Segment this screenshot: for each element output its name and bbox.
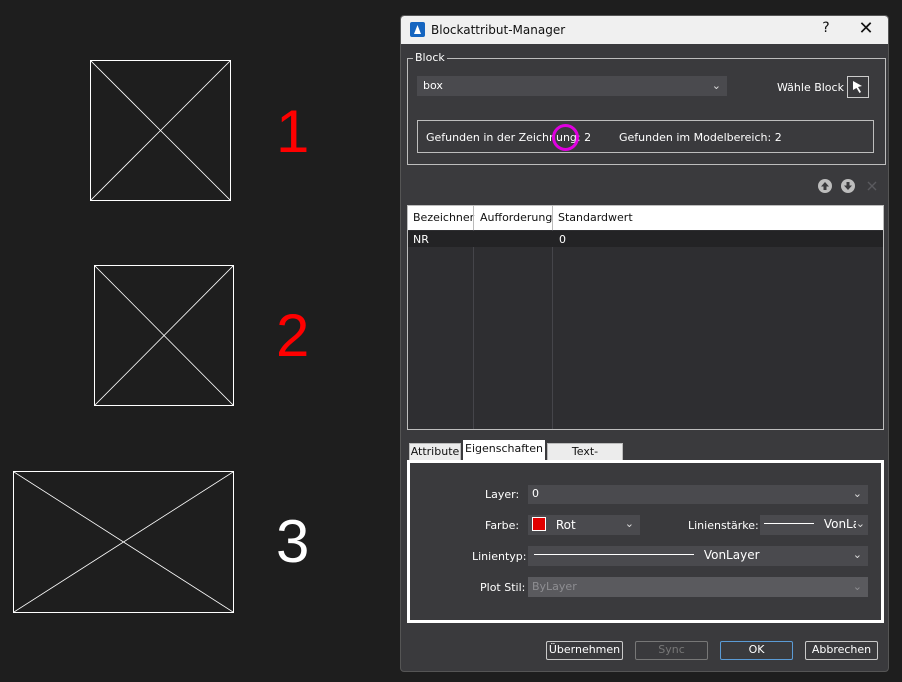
color-select-value: Rot bbox=[555, 518, 576, 532]
block-select-value: box bbox=[423, 79, 443, 92]
app-logo-icon bbox=[410, 22, 425, 37]
color-select[interactable]: Rot ⌄ bbox=[528, 515, 640, 535]
chevron-down-icon: ⌄ bbox=[852, 580, 862, 593]
lineweight-select-value: VonLa bbox=[823, 517, 861, 531]
help-button[interactable]: ? bbox=[818, 20, 834, 40]
select-block-button[interactable] bbox=[847, 76, 869, 98]
lineweight-line-sample bbox=[764, 523, 814, 524]
column-divider bbox=[473, 230, 474, 429]
tab-attribute-label: Attribute bbox=[410, 445, 460, 458]
drawing-label-1: 1 bbox=[276, 98, 310, 165]
layer-select-value: 0 bbox=[532, 487, 539, 500]
apply-button[interactable]: Übernehmen bbox=[546, 641, 623, 660]
tab-text-optionen[interactable]: Text-Optionen bbox=[547, 443, 623, 474]
arrow-up-icon bbox=[821, 182, 829, 190]
select-block-label: Wähle Block bbox=[777, 81, 844, 94]
linetype-select[interactable]: VonLayer ⌄ bbox=[528, 546, 868, 566]
chevron-down-icon: ⌄ bbox=[852, 548, 862, 561]
drawing-label-2: 2 bbox=[276, 302, 310, 369]
table-header: Bezeichner Aufforderung Standardwert bbox=[408, 206, 883, 230]
plotstyle-select: ByLayer ⌄ bbox=[528, 577, 868, 597]
drawing-label-3: 3 bbox=[276, 508, 310, 575]
close-button[interactable]: ✕ bbox=[857, 18, 875, 40]
plotstyle-select-value: ByLayer bbox=[532, 580, 577, 593]
found-in-model: Gefunden im Modelbereich: 2 bbox=[619, 131, 782, 144]
lineweight-select[interactable]: VonLa ⌄ bbox=[760, 515, 868, 535]
chevron-down-icon: ⌄ bbox=[624, 517, 634, 530]
column-divider bbox=[552, 230, 553, 429]
tab-eigenschaften-label: Eigenschaften bbox=[465, 442, 543, 455]
sync-button: Sync bbox=[635, 641, 708, 660]
lineweight-label: Linienstärke: bbox=[688, 519, 759, 532]
linetype-label: Linientyp: bbox=[472, 550, 527, 563]
arrow-down-icon bbox=[844, 182, 852, 190]
cell-tag: NR bbox=[413, 233, 429, 246]
attribute-table: Bezeichner Aufforderung Standardwert NR … bbox=[407, 205, 884, 430]
delete-x-icon bbox=[867, 181, 877, 191]
header-divider bbox=[552, 206, 553, 230]
tab-eigenschaften[interactable]: Eigenschaften bbox=[463, 440, 545, 461]
cell-default: 0 bbox=[559, 233, 566, 246]
color-swatch bbox=[532, 517, 546, 531]
tab-attribute[interactable]: Attribute bbox=[409, 443, 461, 461]
cancel-button[interactable]: Abbrechen bbox=[805, 641, 878, 660]
column-header-default[interactable]: Standardwert bbox=[558, 211, 633, 224]
title-bar: Blockattribut-Manager ? ✕ bbox=[401, 16, 888, 44]
chevron-down-icon: ⌄ bbox=[855, 517, 865, 530]
chevron-down-icon: ⌄ bbox=[711, 79, 721, 92]
linetype-line-sample bbox=[534, 554, 694, 555]
drawing-box-1 bbox=[90, 60, 231, 201]
layer-select[interactable]: 0 ⌄ bbox=[528, 485, 868, 504]
highlight-circle bbox=[552, 124, 579, 151]
color-label: Farbe: bbox=[485, 519, 520, 532]
properties-panel: Layer: 0 ⌄ Farbe: Rot ⌄ Linienstärke: Vo… bbox=[407, 460, 884, 623]
chevron-down-icon: ⌄ bbox=[852, 487, 862, 500]
block-attribute-manager-dialog: Blockattribut-Manager ? ✕ Block box ⌄ Wä… bbox=[400, 15, 889, 672]
column-header-tag[interactable]: Bezeichner bbox=[413, 211, 474, 224]
plotstyle-label: Plot Stil: bbox=[480, 581, 526, 594]
drawing-box-2 bbox=[94, 265, 234, 406]
linetype-select-value: VonLayer bbox=[703, 548, 760, 562]
layer-label: Layer: bbox=[485, 488, 520, 501]
header-divider bbox=[473, 206, 474, 230]
drawing-box-3 bbox=[13, 471, 234, 613]
dialog-title: Blockattribut-Manager bbox=[431, 23, 566, 37]
block-select[interactable]: box ⌄ bbox=[417, 76, 727, 96]
column-header-prompt[interactable]: Aufforderung bbox=[480, 211, 552, 224]
table-row[interactable]: NR 0 bbox=[408, 231, 883, 247]
move-up-button[interactable] bbox=[818, 179, 832, 193]
remove-button[interactable] bbox=[866, 179, 878, 193]
ok-button[interactable]: OK bbox=[720, 641, 793, 660]
block-group-label: Block bbox=[413, 51, 447, 64]
move-down-button[interactable] bbox=[841, 179, 855, 193]
cursor-arrow-icon bbox=[853, 81, 862, 93]
